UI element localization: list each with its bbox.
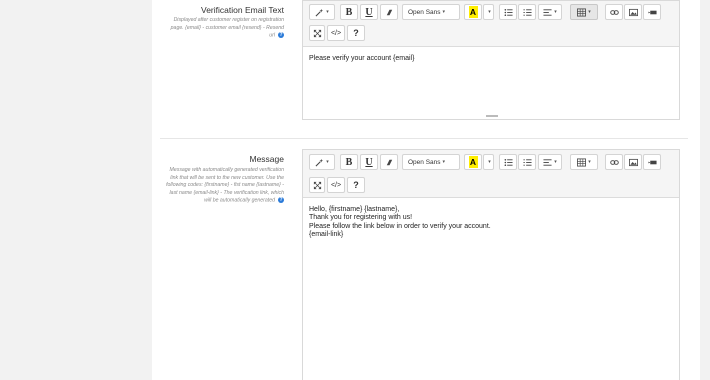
table-icon xyxy=(577,157,587,167)
font-family-value: Open Sans xyxy=(408,8,441,16)
fullscreen-icon xyxy=(313,29,321,37)
font-color-swatch: A xyxy=(468,6,478,18)
code-view-button[interactable]: </> xyxy=(327,25,345,41)
bold-button[interactable]: B xyxy=(340,154,358,170)
link-button[interactable] xyxy=(605,154,623,170)
help-icon[interactable]: ? xyxy=(278,32,284,39)
help-text: Displayed after customer register on reg… xyxy=(170,17,284,39)
message-label: Message xyxy=(249,154,285,164)
font-color-swatch: A xyxy=(468,156,478,168)
eraser-icon xyxy=(386,159,392,165)
paragraph-button[interactable]: ▾ xyxy=(538,154,562,170)
font-family-dropdown[interactable]: Open Sans ▾ xyxy=(402,154,460,170)
font-color-dropdown[interactable]: ▾ xyxy=(483,4,494,20)
editor-toolbar: ▾ B U Open Sans ▾ A ▾ ▾ ▾ </> ? xyxy=(303,150,679,198)
ordered-list-icon xyxy=(522,8,532,16)
bold-button[interactable]: B xyxy=(340,4,358,20)
unordered-list-icon xyxy=(504,158,513,166)
table-button[interactable]: ▾ xyxy=(570,154,598,170)
link-button[interactable] xyxy=(605,4,623,20)
eraser-icon xyxy=(386,9,392,15)
magic-style-button[interactable]: ▾ xyxy=(309,154,335,170)
resize-handle[interactable] xyxy=(486,115,498,117)
verification-email-text-help: Displayed after customer register on reg… xyxy=(164,17,284,40)
ordered-list-icon xyxy=(522,158,532,166)
video-button[interactable] xyxy=(643,154,661,170)
font-color-dropdown[interactable]: ▾ xyxy=(483,154,494,170)
magic-icon xyxy=(315,8,324,16)
table-button[interactable]: ▾ xyxy=(570,4,598,20)
link-icon xyxy=(609,9,619,15)
font-family-value: Open Sans xyxy=(408,158,441,166)
video-icon xyxy=(647,10,657,14)
content-line: Please verify your account {email} xyxy=(309,55,415,62)
picture-button[interactable] xyxy=(624,154,642,170)
picture-button[interactable] xyxy=(624,4,642,20)
video-icon xyxy=(647,160,657,164)
link-icon xyxy=(609,159,619,165)
underline-button[interactable]: U xyxy=(360,4,378,20)
code-view-button[interactable]: </> xyxy=(327,177,345,193)
content-line: {email-link} xyxy=(309,231,344,239)
font-color-button[interactable]: A xyxy=(464,4,482,20)
fullscreen-icon xyxy=(313,181,321,189)
fullscreen-button[interactable] xyxy=(309,25,325,41)
paragraph-align-icon xyxy=(543,8,552,16)
paragraph-align-icon xyxy=(543,158,552,166)
unordered-list-button[interactable] xyxy=(499,4,517,20)
editor-content[interactable]: Please verify your account {email} xyxy=(309,55,414,63)
video-button[interactable] xyxy=(643,4,661,20)
help-button[interactable]: ? xyxy=(347,25,365,41)
help-text: Message with automatically generated ver… xyxy=(166,167,284,204)
verification-email-text-label: Verification Email Text xyxy=(201,5,284,15)
unordered-list-button[interactable] xyxy=(499,154,517,170)
content-line: Please follow the link below in order to… xyxy=(309,222,491,230)
content-line: Hello, {firstname} {lastname}, xyxy=(309,206,400,213)
ordered-list-button[interactable] xyxy=(518,4,536,20)
editor-toolbar: ▾ B U Open Sans ▾ A ▾ ▾ ▾ </> ? xyxy=(303,1,679,47)
help-button[interactable]: ? xyxy=(347,177,365,193)
picture-icon xyxy=(628,158,638,166)
unordered-list-icon xyxy=(504,8,513,16)
paragraph-button[interactable]: ▾ xyxy=(538,4,562,20)
clear-format-button[interactable] xyxy=(380,4,398,20)
font-color-button[interactable]: A xyxy=(464,154,482,170)
section-divider xyxy=(160,138,688,139)
magic-icon xyxy=(315,158,324,166)
table-icon xyxy=(577,7,587,17)
help-icon[interactable]: ? xyxy=(278,197,284,204)
ordered-list-button[interactable] xyxy=(518,154,536,170)
verification-email-editor: ▾ B U Open Sans ▾ A ▾ ▾ ▾ </> ? Please v… xyxy=(302,0,680,120)
clear-format-button[interactable] xyxy=(380,154,398,170)
message-editor: ▾ B U Open Sans ▾ A ▾ ▾ ▾ </> ? Hello, {… xyxy=(302,149,680,380)
magic-style-button[interactable]: ▾ xyxy=(309,4,335,20)
fullscreen-button[interactable] xyxy=(309,177,325,193)
content-line: Thank you for registering with us! xyxy=(309,214,413,222)
message-help: Message with automatically generated ver… xyxy=(164,167,284,205)
editor-content[interactable]: Hello, {firstname} {lastname}, Thank you… xyxy=(309,206,491,240)
underline-button[interactable]: U xyxy=(360,154,378,170)
font-family-dropdown[interactable]: Open Sans ▾ xyxy=(402,4,460,20)
picture-icon xyxy=(628,8,638,16)
